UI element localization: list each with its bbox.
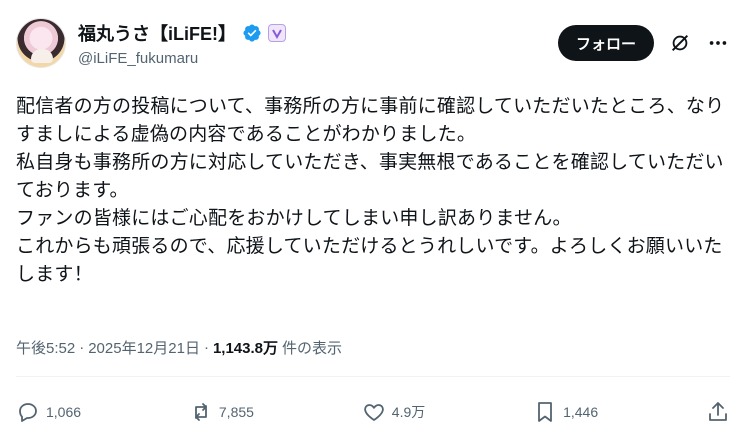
meta-separator: · [203, 339, 209, 356]
handle[interactable]: @iLiFE_fukumaru [78, 50, 286, 67]
post-header: 福丸うさ【iLiFE!】 @iLiFE_fukumaru フォロー [16, 14, 730, 72]
more-icon[interactable] [706, 31, 730, 55]
grok-icon[interactable] [668, 31, 692, 55]
like-icon [364, 404, 384, 421]
post-time[interactable]: 午後5:52 [16, 337, 75, 358]
reply-icon [19, 403, 37, 422]
bookmark-icon [538, 402, 552, 422]
action-bar: 1,066 7,855 4.9万 1,446 [16, 396, 730, 428]
views-label: 件の表示 [282, 340, 343, 357]
post-text-line: ファンの皆様にはご心配をおかけしてしまい申し訳ありません。 [16, 208, 572, 229]
post-text-line: これからも頑張るので、応援していただけるとうれしいです。よろしくお願いいたします… [16, 236, 723, 285]
author-identity: 福丸うさ【iLiFE!】 @iLiFE_fukumaru [78, 20, 286, 67]
share-icon [709, 402, 727, 421]
post-meta: 午後5:52 · 2025年12月21日 · 1,143.8万 件の表示 [16, 337, 342, 358]
divider [16, 376, 730, 377]
affiliate-logo-icon [272, 29, 282, 39]
like-button[interactable]: 4.9万 [362, 400, 425, 424]
repost-count: 7,855 [218, 404, 254, 420]
post-text-line: 私自身も事務所の方に対応していただき、事実無根であることを確認していただいており… [16, 152, 724, 201]
name-row: 福丸うさ【iLiFE!】 [78, 20, 286, 46]
meta-separator: · [79, 339, 85, 356]
verified-icon [243, 23, 261, 42]
share-button[interactable] [706, 400, 730, 424]
avatar[interactable] [16, 18, 66, 68]
bookmark-button[interactable]: 1,446 [533, 400, 598, 424]
reply-count: 1,066 [46, 404, 82, 420]
post: 福丸うさ【iLiFE!】 @iLiFE_fukumaru フォロー 配信者の方の… [0, 0, 746, 441]
repost-icon [194, 403, 207, 421]
repost-button[interactable]: 7,855 [189, 400, 254, 424]
post-text-line: 配信者の方の投稿について、事務所の方に事前に確認していただいたところ、なりすまし… [16, 96, 725, 145]
follow-button[interactable]: フォロー [557, 25, 654, 61]
header-actions: フォロー [557, 25, 730, 61]
display-name[interactable]: 福丸うさ【iLiFE!】 [78, 20, 236, 46]
views-count[interactable]: 1,143.8万 [213, 337, 278, 358]
post-text: 配信者の方の投稿について、事務所の方に事前に確認していただいたところ、なりすまし… [16, 93, 732, 289]
affiliate-badge-icon[interactable] [268, 23, 286, 42]
like-count: 4.9万 [391, 404, 426, 420]
bookmark-count: 1,446 [563, 404, 599, 420]
post-date[interactable]: 2025年12月21日 [88, 337, 200, 358]
reply-button[interactable]: 1,066 [16, 400, 81, 424]
